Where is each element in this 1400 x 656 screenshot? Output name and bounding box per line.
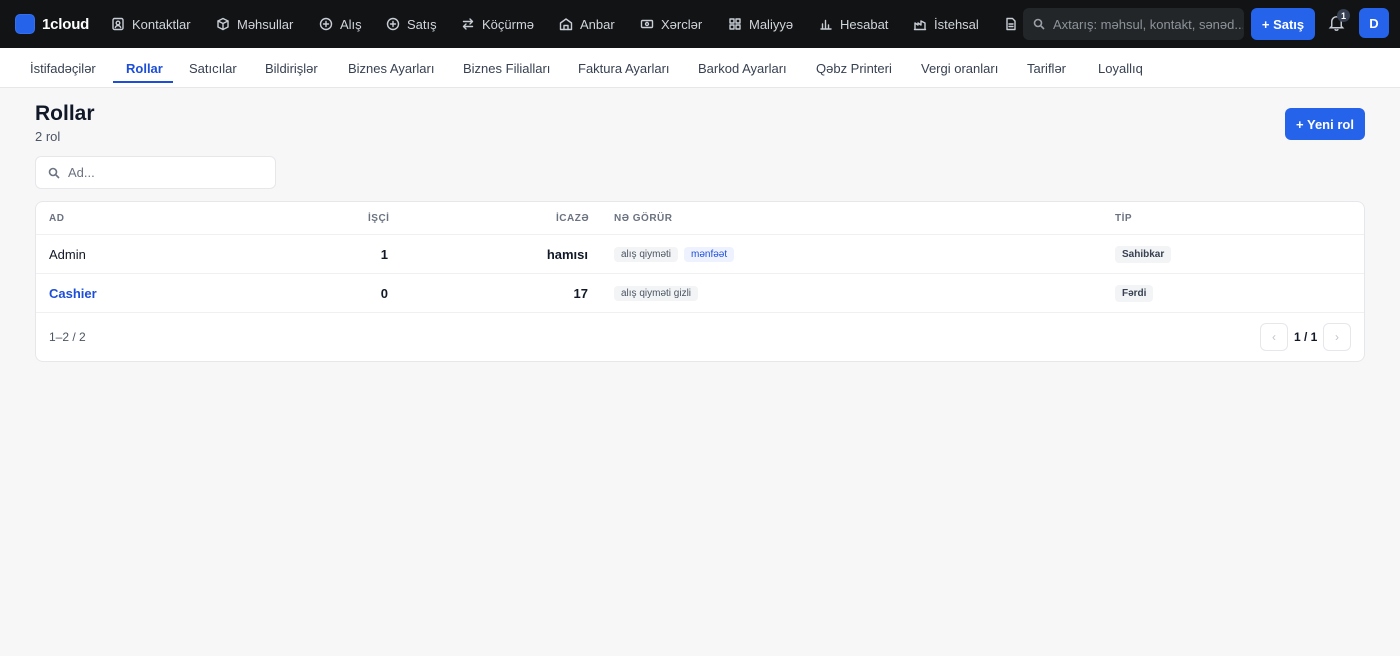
column-header-sees: NƏ GÖRÜR bbox=[614, 213, 673, 224]
tab-istifadeciler[interactable]: İstifadəçilər bbox=[30, 48, 96, 88]
name-filter-input[interactable] bbox=[68, 165, 268, 180]
tab-saticilar[interactable]: Satıcılar bbox=[189, 48, 237, 88]
transfer-icon bbox=[461, 17, 475, 31]
column-header-workers[interactable]: İŞÇİ bbox=[368, 213, 389, 224]
roles-table: AD İŞÇİ İCAZƏ NƏ GÖRÜR TİP Admin 1 hamıs… bbox=[35, 201, 1365, 362]
settings-subnav: İstifadəçilər Rollar Satıcılar Bildirişl… bbox=[0, 48, 1400, 88]
search-icon bbox=[1033, 18, 1045, 30]
nav-item-label: Maliyyə bbox=[749, 16, 794, 32]
active-tab-indicator bbox=[113, 81, 173, 83]
tab-loyalliq[interactable]: Loyallıq bbox=[1098, 48, 1143, 88]
brand[interactable]: 1cloud bbox=[15, 13, 89, 35]
visibility-chip: alış qiyməti bbox=[614, 246, 679, 262]
plus-circle-icon bbox=[386, 17, 400, 31]
new-role-button[interactable]: + Yeni rol bbox=[1285, 108, 1365, 140]
next-page-button[interactable]: › bbox=[1323, 323, 1351, 351]
nav-item-label: Xərclər bbox=[661, 16, 703, 32]
table-header: AD İŞÇİ İCAZƏ NƏ GÖRÜR TİP bbox=[36, 202, 1364, 235]
tab-biznes-ayarlari[interactable]: Biznes Ayarları bbox=[348, 48, 434, 88]
nav-item-label: Məhsullar bbox=[237, 16, 294, 32]
notifications-button[interactable]: 1 bbox=[1327, 9, 1350, 35]
new-sale-button[interactable]: + Satış bbox=[1251, 8, 1315, 40]
nav-item-kocurme[interactable]: Köçürmə bbox=[461, 0, 534, 48]
nav-item-mehsullar[interactable]: Məhsullar bbox=[216, 0, 293, 48]
table-row[interactable]: Cashier 0 17 alış qiyməti gizli Fərdi bbox=[36, 274, 1364, 313]
tab-faktura-ayarlari[interactable]: Faktura Ayarları bbox=[578, 48, 670, 88]
nav-item-label: İstehsal bbox=[934, 16, 979, 32]
pagination-range: 1–2 / 2 bbox=[49, 330, 86, 344]
tab-barkod-ayarlari[interactable]: Barkod Ayarları bbox=[698, 48, 787, 88]
search-input[interactable] bbox=[1053, 16, 1243, 32]
page-title: Rollar bbox=[35, 102, 95, 125]
role-type-badge: Fərdi bbox=[1115, 284, 1154, 302]
cloud-logo-icon bbox=[15, 14, 35, 34]
role-name-link[interactable]: Cashier bbox=[49, 274, 97, 312]
table-row[interactable]: Admin 1 hamısı alış qiyməti mənfəət Sahi… bbox=[36, 235, 1364, 274]
worker-count: 0 bbox=[380, 285, 388, 301]
nav-item-label: Alış bbox=[340, 16, 362, 32]
visibility-chips: alış qiyməti gizli bbox=[614, 274, 704, 312]
nav-item-label: Anbar bbox=[580, 16, 615, 32]
tab-tarifler[interactable]: Tariflər bbox=[1027, 48, 1066, 88]
nav-item-label: Kontaktlar bbox=[132, 16, 191, 32]
tab-biznes-filiallari[interactable]: Biznes Filialları bbox=[463, 48, 550, 88]
nav-item-label: Satış bbox=[407, 16, 437, 32]
bar-chart-icon bbox=[819, 17, 833, 31]
role-name[interactable]: Admin bbox=[49, 235, 86, 273]
column-header-name[interactable]: AD bbox=[49, 213, 64, 224]
tab-qebz-printeri[interactable]: Qəbz Printeri bbox=[816, 48, 892, 88]
nav-item-xercler[interactable]: Xərclər bbox=[640, 0, 702, 48]
warehouse-icon bbox=[559, 17, 573, 31]
nav-item-satis[interactable]: Satış bbox=[386, 0, 437, 48]
document-icon bbox=[1004, 17, 1018, 31]
box-icon bbox=[216, 17, 230, 31]
column-header-type[interactable]: TİP bbox=[1115, 213, 1132, 224]
user-avatar[interactable]: D bbox=[1359, 8, 1389, 38]
role-type: Sahibkar bbox=[1115, 235, 1172, 273]
notification-count-badge: 1 bbox=[1337, 9, 1350, 22]
chevron-right-icon: › bbox=[1335, 330, 1339, 344]
brand-name: 1cloud bbox=[42, 15, 90, 33]
nav-item-overflow[interactable] bbox=[1004, 0, 1025, 48]
global-search[interactable] bbox=[1023, 8, 1244, 40]
page-indicator: 1 / 1 bbox=[1294, 330, 1318, 344]
previous-page-button[interactable]: ‹ bbox=[1260, 323, 1288, 351]
tab-vergi-oranlari[interactable]: Vergi oranları bbox=[921, 48, 998, 88]
permission-count: 17 bbox=[573, 285, 588, 301]
tab-bildirisler[interactable]: Bildirişlər bbox=[265, 48, 318, 88]
visibility-chip: alış qiyməti gizli bbox=[614, 285, 699, 301]
nav-item-maliyye[interactable]: Maliyyə bbox=[728, 0, 793, 48]
contacts-icon bbox=[111, 17, 125, 31]
nav-item-istehsal[interactable]: İstehsal bbox=[913, 0, 979, 48]
top-bar: 1cloud Kontaktlar Məhsullar Alış Satış K… bbox=[0, 0, 1400, 48]
permission-count: hamısı bbox=[546, 246, 588, 262]
role-type: Fərdi bbox=[1115, 274, 1154, 312]
visibility-chips: alış qiyməti mənfəət bbox=[614, 235, 740, 273]
nav-item-kontaktlar[interactable]: Kontaktlar bbox=[111, 0, 191, 48]
worker-count: 1 bbox=[380, 246, 388, 262]
role-type-badge: Sahibkar bbox=[1115, 245, 1172, 263]
cash-icon bbox=[640, 17, 654, 31]
grid-icon bbox=[728, 17, 742, 31]
plus-circle-icon bbox=[319, 17, 333, 31]
name-filter[interactable] bbox=[35, 156, 276, 189]
nav-item-anbar[interactable]: Anbar bbox=[559, 0, 615, 48]
chevron-left-icon: ‹ bbox=[1272, 330, 1276, 344]
factory-icon bbox=[913, 17, 927, 31]
column-header-permissions[interactable]: İCAZƏ bbox=[556, 213, 589, 224]
search-icon bbox=[48, 167, 60, 179]
nav-item-hesabat[interactable]: Hesabat bbox=[819, 0, 888, 48]
nav-item-label: Hesabat bbox=[840, 16, 889, 32]
nav-item-alis[interactable]: Alış bbox=[319, 0, 362, 48]
nav-item-label: Köçürmə bbox=[482, 16, 535, 32]
visibility-chip: mənfəət bbox=[684, 246, 735, 262]
role-count: 2 rol bbox=[35, 129, 61, 144]
